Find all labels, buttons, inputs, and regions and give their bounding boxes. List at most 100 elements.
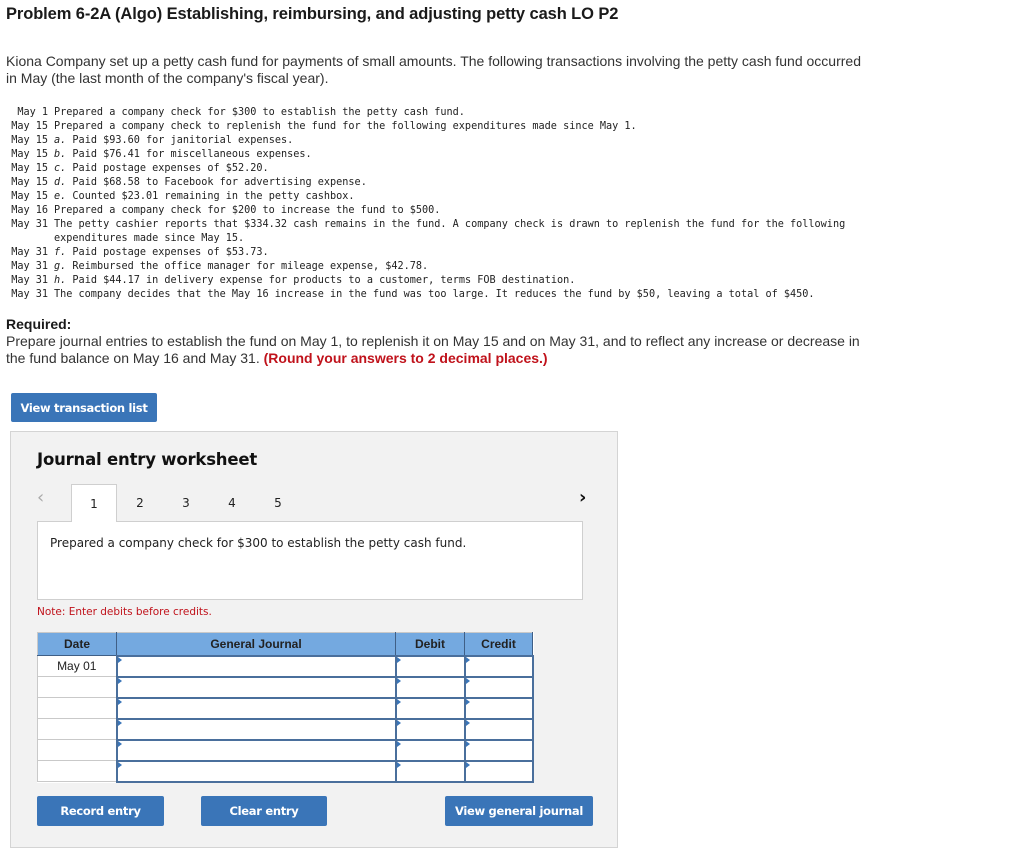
tab-4[interactable]: 4	[209, 484, 255, 521]
column-header-credit: Credit	[464, 632, 533, 656]
transaction-date: May 15	[11, 135, 48, 146]
column-header-date: Date	[37, 632, 117, 656]
problem-title: Problem 6-2A (Algo) Establishing, reimbu…	[6, 5, 619, 23]
debit-input[interactable]	[396, 761, 464, 781]
transaction-row: May 15 c. Paid postage expenses of $52.20…	[6, 162, 884, 176]
transaction-row: May 15 Prepared a company check to replen…	[6, 120, 884, 134]
clear-entry-button[interactable]: Clear entry	[201, 796, 327, 826]
date-cell[interactable]	[37, 676, 117, 698]
worksheet-title: Journal entry worksheet	[37, 450, 258, 469]
journal-row	[37, 717, 534, 741]
account-input[interactable]	[117, 740, 395, 760]
transaction-letter: d.	[54, 177, 67, 188]
credit-input[interactable]	[465, 656, 532, 676]
tab-3[interactable]: 3	[163, 484, 209, 521]
transaction-text: Paid $44.17 in delivery expense for prod…	[72, 275, 576, 286]
transaction-description: Prepared a company check for $300 to est…	[37, 521, 583, 600]
journal-row	[37, 696, 534, 720]
required-label: Required:	[6, 316, 72, 332]
journal-entry-worksheet: Journal entry worksheet ‹ 1 2 3 4 5 › Pr…	[10, 431, 618, 848]
transaction-date: May 15	[11, 163, 48, 174]
transaction-letter: h.	[54, 275, 67, 286]
transaction-letter: b.	[54, 149, 67, 160]
rounding-note: (Round your answers to 2 decimal places.…	[263, 350, 548, 366]
account-input[interactable]	[117, 677, 395, 697]
column-header-general-journal: General Journal	[116, 632, 396, 656]
transaction-row: May 15 b. Paid $76.41 for miscellaneous e…	[6, 148, 884, 162]
record-entry-button[interactable]: Record entry	[37, 796, 164, 826]
debit-input[interactable]	[396, 698, 464, 718]
transaction-date: May 15	[11, 121, 48, 132]
credit-input[interactable]	[465, 698, 532, 718]
transaction-letter: a.	[54, 135, 67, 146]
transaction-date: May 1	[17, 107, 48, 118]
transaction-text: Prepared a company check for $300 to est…	[54, 107, 465, 118]
credit-input[interactable]	[465, 740, 532, 760]
transaction-letter: e.	[54, 191, 67, 202]
debit-input[interactable]	[396, 677, 464, 697]
date-cell[interactable]	[37, 739, 117, 761]
transaction-date: May 31	[11, 247, 48, 258]
credit-input[interactable]	[465, 719, 532, 739]
tab-2[interactable]: 2	[117, 484, 163, 521]
date-cell[interactable]	[37, 718, 117, 740]
date-cell[interactable]	[37, 697, 117, 719]
transaction-date: May 15	[11, 177, 48, 188]
transaction-row: May 15 a. Paid $93.60 for janitorial expe…	[6, 134, 884, 148]
transaction-date: May 31	[11, 219, 48, 230]
transaction-row: May 16 Prepared a company check for $200 …	[6, 204, 884, 218]
transaction-text: The company decides that the May 16 incr…	[54, 289, 815, 300]
tab-1[interactable]: 1	[71, 484, 117, 522]
required-instructions: Prepare journal entries to establish the…	[6, 333, 876, 367]
tab-5[interactable]: 5	[255, 484, 301, 521]
transaction-list: May 1 Prepared a company check for $300 t…	[6, 106, 884, 302]
transaction-text: Prepared a company check to replenish th…	[54, 121, 637, 132]
debit-input[interactable]	[396, 719, 464, 739]
view-transaction-list-button[interactable]: View transaction list	[11, 393, 157, 422]
transaction-text: Paid $76.41 for miscellaneous expenses.	[72, 149, 312, 160]
transaction-row: May 31 f. Paid postage expenses of $53.73…	[6, 246, 884, 260]
account-input[interactable]	[117, 761, 395, 781]
transaction-text: The petty cashier reports that $334.32 c…	[54, 219, 846, 244]
transaction-row: May 1 Prepared a company check for $300 t…	[6, 106, 884, 120]
date-cell[interactable]	[37, 760, 117, 782]
account-input[interactable]	[117, 719, 395, 739]
transaction-row: May 31 h. Paid $44.17 in delivery expense…	[6, 274, 884, 288]
transaction-date: May 31	[11, 261, 48, 272]
transaction-text: Paid $93.60 for janitorial expenses.	[72, 135, 294, 146]
journal-table: Date General Journal Debit Credit May 01	[37, 632, 534, 783]
transaction-text: Paid $68.58 to Facebook for advertising …	[72, 177, 367, 188]
transaction-date: May 31	[11, 289, 48, 300]
transaction-text: Paid postage expenses of $53.73.	[72, 247, 269, 258]
journal-header-row: Date General Journal Debit Credit	[37, 632, 533, 656]
credit-input[interactable]	[465, 677, 532, 697]
transaction-row: May 31 The petty cashier reports that $33…	[6, 218, 884, 246]
transaction-date: May 15	[11, 149, 48, 160]
transaction-letter: g.	[54, 261, 67, 272]
column-header-debit: Debit	[395, 632, 465, 656]
transaction-letter: f.	[54, 247, 67, 258]
transaction-letter: c.	[54, 163, 67, 174]
problem-intro: Kiona Company set up a petty cash fund f…	[6, 53, 861, 86]
journal-row	[37, 738, 534, 762]
transaction-row: May 15 d. Paid $68.58 to Facebook for adv…	[6, 176, 884, 190]
account-input[interactable]	[117, 656, 395, 676]
transaction-text: Prepared a company check for $200 to inc…	[54, 205, 441, 216]
transaction-date: May 16	[11, 205, 48, 216]
journal-row	[37, 675, 534, 699]
debit-input[interactable]	[396, 740, 464, 760]
view-general-journal-button[interactable]: View general journal	[445, 796, 593, 826]
worksheet-tabs: 1 2 3 4 5	[71, 484, 301, 522]
account-input[interactable]	[117, 698, 395, 718]
debit-input[interactable]	[396, 656, 464, 676]
chevron-right-icon[interactable]: ›	[579, 487, 586, 508]
transaction-row: May 31 The company decides that the May 1…	[6, 288, 884, 302]
debits-note: Note: Enter debits before credits.	[37, 606, 212, 618]
credit-input[interactable]	[465, 761, 532, 781]
date-cell[interactable]: May 01	[37, 655, 117, 677]
chevron-left-icon[interactable]: ‹	[37, 487, 44, 508]
transaction-text: Reimbursed the office manager for mileag…	[72, 261, 429, 272]
transaction-date: May 31	[11, 275, 48, 286]
journal-row	[37, 759, 534, 783]
transaction-row: May 31 g. Reimbursed the office manager f…	[6, 260, 884, 274]
